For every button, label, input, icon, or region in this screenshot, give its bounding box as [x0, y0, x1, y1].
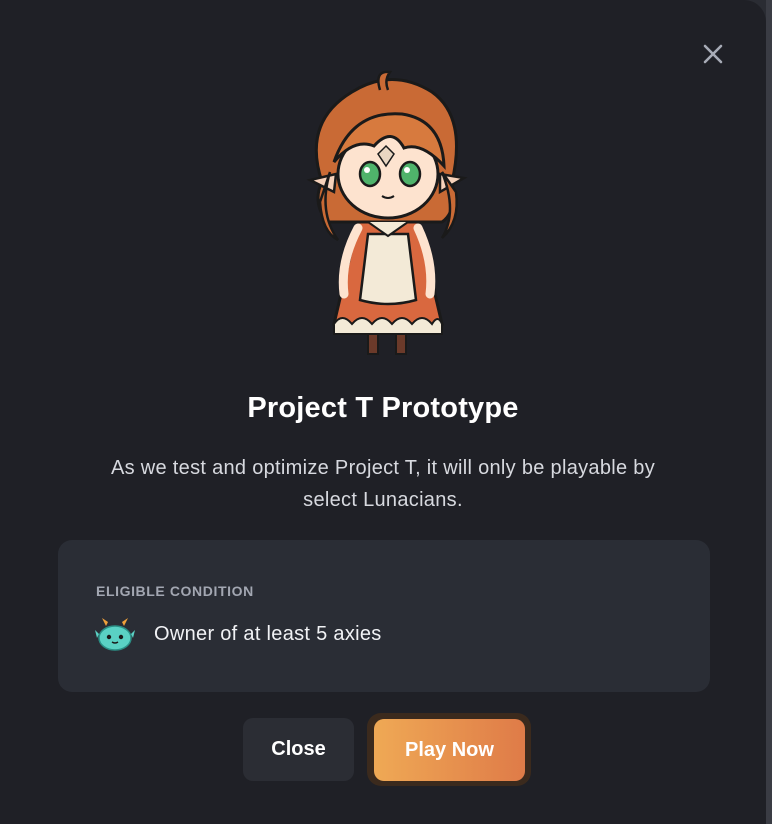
- character-illustration: [306, 70, 468, 355]
- eligible-condition-text: Owner of at least 5 axies: [154, 623, 382, 645]
- axie-icon: [95, 618, 135, 651]
- close-icon[interactable]: [699, 40, 727, 68]
- close-button[interactable]: Close: [243, 718, 354, 781]
- eligibility-card: ELIGIBLE CONDITION Owner of at least 5 a…: [58, 540, 710, 692]
- eligible-condition-heading: ELIGIBLE CONDITION: [96, 583, 254, 599]
- play-now-button[interactable]: Play Now: [374, 719, 525, 781]
- eligibility-modal: Project T Prototype As we test and optim…: [0, 0, 766, 824]
- page-backdrop: [766, 0, 772, 824]
- modal-description: As we test and optimize Project T, it wi…: [110, 457, 656, 511]
- modal-title: Project T Prototype: [247, 392, 519, 424]
